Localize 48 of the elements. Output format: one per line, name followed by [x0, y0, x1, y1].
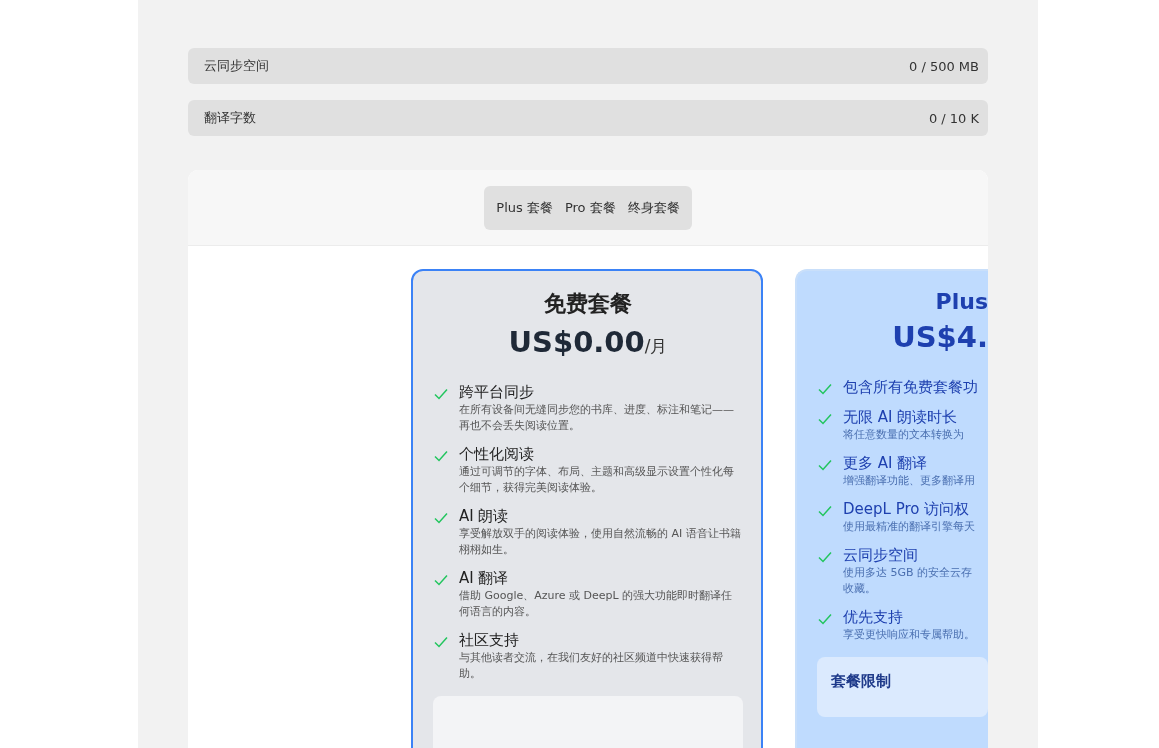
- feature-description: 使用多达 5GB 的安全云存: [843, 565, 973, 581]
- price-period: /月: [644, 336, 668, 356]
- feature-description: 与其他读者交流，在我们友好的社区频道中快速获得帮助。: [459, 650, 724, 682]
- feature-description: 享受解放双手的阅读体验，使用自然流畅的 AI 语音让书籍栩栩如生。: [459, 526, 742, 558]
- feature-title: 社区支持: [459, 631, 520, 650]
- plan-tab[interactable]: 终身套餐: [621, 185, 686, 230]
- check-icon: [817, 381, 833, 397]
- check-icon: [817, 457, 833, 473]
- check-icon: [817, 611, 833, 627]
- usage-value: 0 / 500 MB: [909, 58, 979, 74]
- check-icon: [433, 510, 449, 526]
- check-icon: [817, 549, 833, 565]
- feature-description: 享受更快响应和专属帮助。: [843, 627, 975, 643]
- check-icon: [817, 503, 833, 519]
- feature-title: 云同步空间: [843, 546, 919, 565]
- check-icon: [433, 634, 449, 650]
- feature-title: 无限 AI 朗读时长: [843, 408, 959, 427]
- plan-tab[interactable]: Pro 套餐: [558, 185, 622, 230]
- limits-title: 套餐限制: [831, 672, 891, 690]
- check-icon: [817, 411, 833, 427]
- plan-tab[interactable]: Plus 套餐: [490, 185, 559, 230]
- feature-description: 增强翻译功能、更多翻译用: [843, 473, 975, 489]
- feature-title: 优先支持: [843, 608, 904, 627]
- feature-title: 更多 AI 翻译: [843, 454, 929, 473]
- check-icon: [433, 448, 449, 464]
- feature-description: 收藏。: [843, 581, 877, 597]
- feature-description: 借助 Google、Azure 或 DeepL 的强大功能即时翻译任何语言的内容。: [459, 588, 734, 620]
- feature-title: 个性化阅读: [459, 445, 535, 464]
- usage-label: 云同步空间: [204, 57, 269, 75]
- feature-title: AI 朗读: [459, 507, 510, 526]
- feature-title: 跨平台同步: [459, 383, 535, 402]
- feature-description: 将任意数量的文本转换为: [843, 427, 964, 443]
- plan-card[interactable]: [411, 269, 763, 748]
- usage-value: 0 / 10 K: [928, 110, 979, 126]
- plan-title: 免费套餐: [543, 290, 633, 318]
- feature-title: DeepL Pro 访问权: [843, 500, 971, 519]
- feature-description: 通过可调节的字体、布局、主题和高级显示设置个性化每个细节，获得完美阅读体验。: [459, 464, 735, 496]
- feature-description: 使用最精准的翻译引擎每天: [843, 519, 975, 535]
- feature-description: 在所有设备间无缝同步您的书库、进度、标注和笔记——再也不会丢失阅读位置。: [459, 402, 735, 434]
- feature-title: AI 翻译: [459, 569, 510, 588]
- plan-card[interactable]: Plus US$4. 包含所有免费套餐功 无限 AI 朗读时长 将任意数量的文本转换为 更多 AI 翻译 增强翻译功能、更多翻译用 DeepL Pro 访问权 使用最精准的翻译引擎每天 云同步空间 使用多达 5GB 的安全云存 收藏。 优先支持 享受更快响应和专属帮助。 套餐限制: [795, 269, 988, 748]
- plan-price: US$4.: [892, 320, 988, 354]
- usage-label: 翻译字数: [204, 109, 256, 127]
- feature-title: 包含所有免费套餐功: [843, 378, 978, 397]
- plan-price: US$0.00: [508, 325, 645, 359]
- check-icon: [433, 572, 449, 588]
- check-icon: [433, 386, 449, 402]
- plan-title: Plus: [934, 289, 988, 314]
